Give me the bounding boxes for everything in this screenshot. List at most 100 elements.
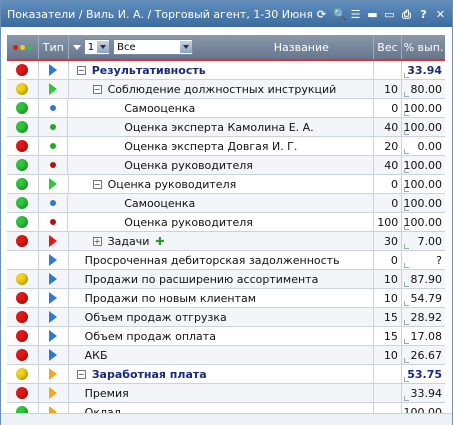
row-name[interactable]: Объем продаж оплата: [85, 330, 216, 343]
row-name[interactable]: Объем продаж отгрузка: [85, 311, 227, 324]
collapse-icon[interactable]: −: [92, 84, 102, 94]
row-name[interactable]: АКБ: [85, 349, 108, 362]
percent-cell: 100.00: [402, 156, 445, 174]
red-triangle-icon: [49, 235, 58, 247]
sort-down-icon[interactable]: [72, 44, 81, 50]
maximize-icon[interactable]: ▭: [384, 9, 395, 20]
table-row[interactable]: АКБ 10 26.67: [7, 346, 445, 365]
status-cell: [7, 61, 39, 79]
status-column-header[interactable]: [7, 35, 39, 59]
horizontal-scrollbar[interactable]: [1, 413, 452, 425]
window-titlebar[interactable]: Показатели / Виль И. А. / Торговый агент…: [1, 1, 452, 27]
orange-triangle-icon: [49, 368, 58, 380]
table-row[interactable]: Оценка эксперта Довгая И. Г. 20 0.00: [7, 137, 445, 156]
weight-cell: 0: [374, 251, 402, 269]
row-name[interactable]: Оценка эксперта Довгая И. Г.: [124, 140, 297, 153]
table-row[interactable]: Объем продаж оплата 15 17.08: [7, 327, 445, 346]
table-row[interactable]: Продажи по расширению ассортимента 10 87.9…: [7, 270, 445, 289]
table-row[interactable]: Продажи по новым клиентам 10 54.79: [7, 289, 445, 308]
row-name[interactable]: Оценка руководителя: [124, 159, 253, 172]
blue-triangle-icon: [49, 330, 58, 342]
row-name[interactable]: Задачи: [108, 235, 150, 248]
row-name[interactable]: Самооценка: [124, 102, 195, 115]
type-column-header[interactable]: Тип: [39, 35, 69, 59]
table-row[interactable]: Оценка руководителя 40 100.00: [7, 156, 445, 175]
red-lamp-icon: [16, 387, 29, 399]
table-row[interactable]: + Задачи ✚ 30 7.00: [7, 232, 445, 251]
name-cell: − Оценка руководителя: [69, 175, 374, 193]
name-cell: − Заработная плата: [69, 365, 374, 383]
percent-column-header[interactable]: % вып.: [402, 35, 445, 59]
collapse-icon[interactable]: −: [92, 179, 102, 189]
name-cell: Оценка эксперта Довгая И. Г.: [68, 137, 375, 155]
collapse-icon[interactable]: −: [76, 369, 86, 379]
table-row[interactable]: Оценка эксперта Камолина Е. А. 40 100.00: [7, 118, 445, 137]
list-icon[interactable]: ☰: [350, 9, 361, 20]
chevron-down-icon[interactable]: [180, 41, 193, 53]
close-icon[interactable]: ✕: [435, 9, 446, 20]
status-cell: [7, 118, 39, 136]
name-column-header: 1 Все Название: [69, 35, 374, 59]
expand-icon[interactable]: +: [92, 236, 102, 246]
row-name[interactable]: Результативность: [92, 64, 206, 77]
level-select[interactable]: 1: [83, 39, 111, 55]
type-cell: [39, 232, 69, 250]
table-row[interactable]: − Оценка руководителя 0 100.00: [7, 175, 445, 194]
table-row[interactable]: − Заработная плата 53.75: [7, 365, 445, 384]
grid-header: Тип 1 Все Название Вес % вып.: [7, 35, 445, 61]
blue-dot-icon: [49, 200, 56, 206]
table-row[interactable]: Самооценка 0 100.00: [7, 99, 445, 118]
help-icon[interactable]: ?: [418, 9, 429, 20]
red-lamp-icon: [16, 235, 29, 247]
blue-dot-icon: [49, 105, 56, 111]
cell-corner-icon: [403, 320, 409, 325]
orange-triangle-icon: [49, 387, 58, 399]
table-row[interactable]: Просроченная дебиторская задолженность 0?: [7, 251, 445, 270]
table-row[interactable]: − Результативность 33.94: [7, 61, 445, 80]
row-name[interactable]: Премия: [85, 387, 129, 400]
refresh-icon[interactable]: ⟳: [316, 9, 327, 20]
yellow-dot-icon: [19, 44, 25, 50]
status-cell: [7, 213, 39, 231]
percent-cell: 100.00: [402, 99, 445, 117]
row-name[interactable]: Заработная плата: [92, 368, 207, 381]
percent-value: 7.00: [417, 234, 443, 248]
row-name[interactable]: Самооценка: [124, 197, 195, 210]
percent-cell: 0.00: [402, 137, 445, 155]
type-cell: [39, 118, 69, 136]
type-cell: [39, 251, 69, 269]
name-column-label[interactable]: Название: [274, 41, 329, 54]
minimize-icon[interactable]: ▬: [367, 9, 378, 20]
red-dot-icon: [49, 219, 56, 225]
add-icon[interactable]: ✚: [155, 235, 164, 248]
row-name[interactable]: Оценка руководителя: [108, 178, 237, 191]
row-name[interactable]: Соблюдение должностных инструкций: [108, 83, 337, 96]
name-cell: Самооценка: [68, 194, 375, 212]
table-row[interactable]: Самооценка 0 100.00: [7, 194, 445, 213]
weight-cell: 40: [374, 118, 403, 136]
percent-value: 0.00: [417, 139, 443, 153]
cell-corner-icon: [403, 92, 409, 97]
table-row[interactable]: Объем продаж отгрузка 15 28.92: [7, 308, 445, 327]
collapse-icon[interactable]: −: [76, 65, 86, 75]
green-dot-icon: [26, 44, 32, 50]
row-name[interactable]: Продажи по новым клиентам: [85, 292, 256, 305]
weight-cell: 30: [374, 232, 402, 250]
row-name[interactable]: Просроченная дебиторская задолженность: [85, 254, 340, 267]
table-row[interactable]: Премия 33.94: [7, 384, 445, 403]
row-name[interactable]: Оценка эксперта Камолина Е. А.: [124, 121, 313, 134]
percent-value: 100.00: [403, 177, 443, 191]
weight-column-header[interactable]: Вес: [374, 35, 403, 59]
table-row[interactable]: Оценка руководителя 100 100.00: [7, 213, 445, 232]
search-icon[interactable]: 🔍: [333, 9, 347, 20]
filter-select[interactable]: Все: [113, 39, 194, 55]
table-row[interactable]: − Соблюдение должностных инструкций 10 80.0…: [7, 80, 445, 99]
percent-value: 87.90: [410, 272, 443, 286]
row-name[interactable]: Продажи по расширению ассортимента: [85, 273, 319, 286]
blue-triangle-icon: [49, 254, 58, 266]
row-name[interactable]: Оценка руководителя: [124, 216, 253, 229]
print-icon[interactable]: ⎙: [401, 9, 412, 20]
weight-cell: 0: [374, 99, 403, 117]
type-cell: [39, 194, 69, 212]
chevron-down-icon[interactable]: [97, 41, 110, 53]
